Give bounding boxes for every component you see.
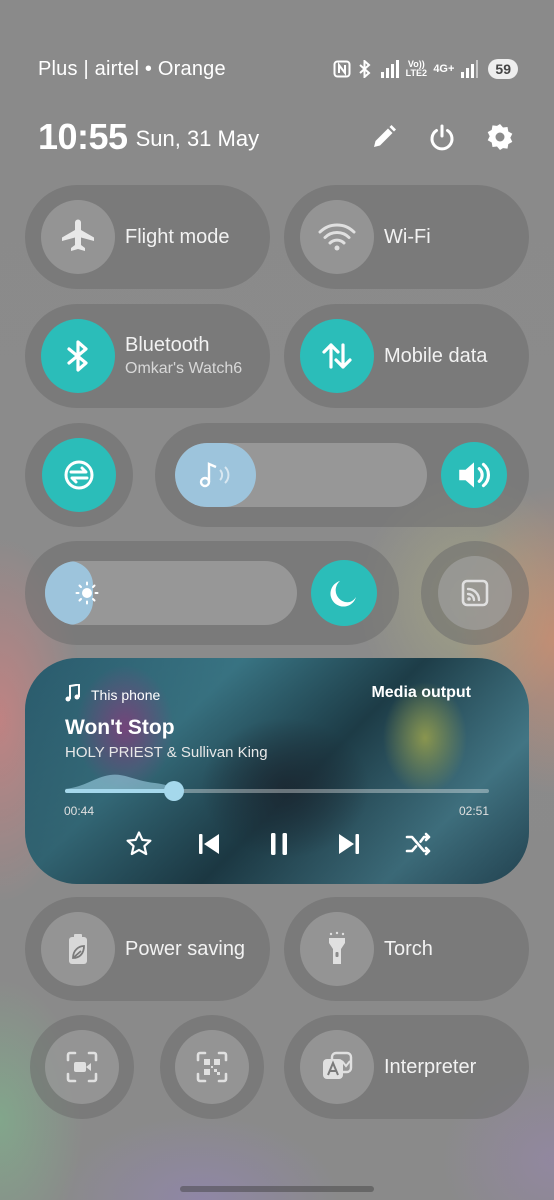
- playback-progress-fill: [65, 789, 174, 793]
- star-icon[interactable]: [125, 830, 153, 858]
- cast-icon: [438, 556, 512, 630]
- bluetooth-icon: [357, 60, 373, 78]
- clock-time[interactable]: 10:55: [38, 116, 128, 158]
- media-source[interactable]: This phone: [65, 683, 161, 705]
- progress-wave: [65, 774, 177, 789]
- music-note-icon: [65, 683, 81, 705]
- qr-code-icon: [175, 1030, 249, 1104]
- brightness-slider-container: [25, 541, 399, 645]
- media-source-label: This phone: [91, 686, 161, 703]
- power-icon[interactable]: [428, 123, 456, 151]
- pause-icon[interactable]: [265, 830, 293, 858]
- mobile-data-tile[interactable]: Mobile data: [284, 304, 529, 408]
- previous-icon[interactable]: [195, 830, 223, 858]
- wifi-label: Wi-Fi: [384, 225, 431, 248]
- battery-leaf-icon: [41, 912, 115, 986]
- data-arrows-icon: [300, 319, 374, 393]
- status-bar: Plus | airtel • Orange Vo)) LTE2 4G+ 59: [38, 56, 518, 82]
- signal-r-icon: [379, 60, 400, 78]
- qr-scanner-tile[interactable]: [160, 1015, 264, 1119]
- battery-indicator: 59: [488, 59, 518, 79]
- media-player-card[interactable]: This phone Media output Won't Stop HOLY …: [25, 658, 529, 884]
- interpreter-label: Interpreter: [384, 1055, 477, 1078]
- volte-lte2-icon: Vo)) LTE2: [405, 59, 427, 78]
- screen-record-icon: [45, 1030, 119, 1104]
- shuffle-icon[interactable]: [405, 830, 433, 858]
- interpreter-tile[interactable]: Interpreter: [284, 1015, 529, 1119]
- clock-date[interactable]: Sun, 31 May: [136, 126, 260, 152]
- bluetooth-tile[interactable]: Bluetooth Omkar's Watch6: [25, 304, 270, 408]
- translate-icon: [300, 1030, 374, 1104]
- bluetooth-icon: [41, 319, 115, 393]
- playback-progress-bar[interactable]: [65, 774, 489, 801]
- media-output-button[interactable]: Media output: [371, 684, 471, 702]
- next-icon[interactable]: [335, 830, 363, 858]
- total-duration: 02:51: [458, 804, 489, 818]
- 4g-plus-icon: 4G+: [433, 63, 455, 75]
- brightness-slider[interactable]: [45, 561, 297, 625]
- media-controls: [125, 826, 433, 862]
- status-icons: Vo)) LTE2 4G+ 59: [333, 59, 518, 79]
- flight-mode-tile[interactable]: Flight mode: [25, 185, 270, 289]
- volume-slider[interactable]: [175, 443, 427, 507]
- edit-icon[interactable]: [370, 123, 398, 151]
- sun-icon: [75, 581, 99, 610]
- track-title: Won't Stop: [65, 716, 175, 739]
- airplane-icon: [41, 200, 115, 274]
- power-saving-tile[interactable]: Power saving: [25, 897, 270, 1001]
- speaker-icon[interactable]: [441, 442, 507, 508]
- signal-icon: [460, 60, 479, 78]
- elapsed-time: 00:44: [64, 804, 95, 818]
- nfc-icon: [333, 60, 351, 78]
- moon-icon[interactable]: [311, 560, 377, 626]
- bluetooth-label: Bluetooth: [125, 334, 210, 356]
- torch-tile[interactable]: Torch: [284, 897, 529, 1001]
- auto-rotate-icon: [42, 438, 116, 512]
- flight-mode-label: Flight mode: [125, 225, 230, 248]
- auto-rotate-tile[interactable]: [25, 423, 133, 527]
- wifi-icon: [300, 200, 374, 274]
- wifi-tile[interactable]: Wi-Fi: [284, 185, 529, 289]
- cast-tile[interactable]: [421, 541, 529, 645]
- bluetooth-device-name: Omkar's Watch6: [125, 360, 243, 377]
- screen-record-tile[interactable]: [30, 1015, 134, 1119]
- quick-settings-header: 10:55 Sun, 31 May: [38, 115, 514, 159]
- torch-label: Torch: [384, 937, 433, 960]
- music-note-icon: [197, 460, 233, 495]
- settings-icon[interactable]: [486, 123, 514, 151]
- playback-scrubber[interactable]: [163, 781, 184, 801]
- volume-slider-container: [155, 423, 529, 527]
- home-indicator[interactable]: [180, 1186, 374, 1192]
- power-saving-label: Power saving: [125, 937, 246, 960]
- mobile-data-label: Mobile data: [384, 344, 488, 367]
- torch-icon: [300, 912, 374, 986]
- carrier-label: Plus | airtel • Orange: [38, 57, 226, 80]
